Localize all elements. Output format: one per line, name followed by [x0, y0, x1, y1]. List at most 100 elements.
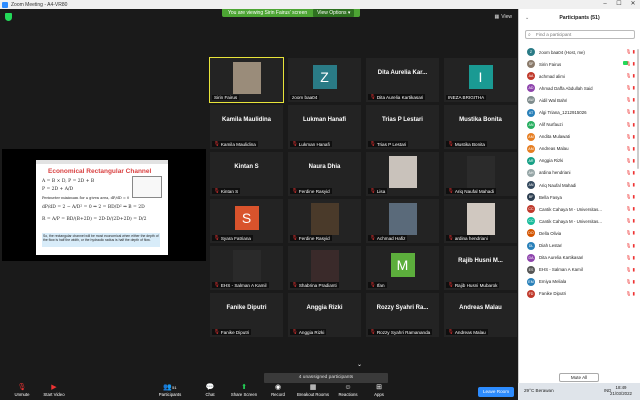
- apps-icon: ⊞: [376, 384, 382, 391]
- view-button[interactable]: ▦ View: [495, 14, 512, 20]
- tile-name: Fanike Diputri: [220, 329, 250, 335]
- shared-slide: Economical Rectangular Channel A = B × D…: [36, 160, 168, 255]
- participant-list-scrollbar[interactable]: [637, 49, 639, 169]
- video-tile[interactable]: Rajib Husni M... 🎙 Rajib Husni Mubarok: [444, 246, 517, 290]
- chevron-down-icon[interactable]: ⌄: [357, 361, 362, 368]
- channel-diagram: [132, 176, 162, 198]
- participant-row[interactable]: AH ardina hendriani 🎙▮: [519, 167, 640, 179]
- participant-row[interactable]: AN Alif Nurfauzi 🎙▮: [519, 119, 640, 131]
- tile-display-name: Trias P Lestari: [382, 117, 423, 123]
- video-tile[interactable]: Trias P Lestari 🎙 Trias P Lestari: [366, 105, 439, 149]
- mic-muted-icon: 🎙: [370, 94, 376, 99]
- participant-row[interactable]: AN Ariq Naufal Mahadi 🎙▮: [519, 179, 640, 191]
- mic-muted-icon: 🎙▮: [625, 206, 636, 212]
- participants-button[interactable]: 👥51 Participants: [150, 384, 190, 399]
- participant-row[interactable]: BF Bella Fasya 🎙▮: [519, 191, 640, 203]
- participant-video: [310, 203, 339, 235]
- video-tile[interactable]: 🎙 Lisa: [366, 152, 439, 196]
- tile-display-name: Rajib Husni M...: [458, 258, 503, 264]
- video-tile[interactable]: Dita Aurelia Kar... 🎙 Dita Aurelia Kartika…: [366, 58, 439, 102]
- video-tile[interactable]: 🎙 EHS - Salman A Kamil: [210, 246, 283, 290]
- apps-button[interactable]: ⊞ Apps: [359, 384, 399, 399]
- maximize-button[interactable]: ☐: [612, 0, 626, 9]
- participant-row[interactable]: CC Cantik Cahaya M - Universitas... 🎙▮: [519, 215, 640, 227]
- participant-row[interactable]: AR Anggia Rizki 🎙▮: [519, 155, 640, 167]
- participant-row[interactable]: AA achmad alimi 🎙▮: [519, 70, 640, 82]
- avatar: AM: [527, 144, 535, 153]
- video-tile[interactable]: Lukman Hanafi 🎙 Lukman Hanafi: [288, 105, 361, 149]
- tile-name-label: 🎙 Ifan: [368, 282, 387, 288]
- video-tile[interactable]: Mustika Bonita 🎙 Mustika Bonita: [444, 105, 517, 149]
- video-tile[interactable]: Zzoom baa04: [288, 58, 361, 102]
- tile-name: Ifan: [376, 282, 385, 288]
- unassigned-participants-bar[interactable]: 4 unassigned participants: [264, 373, 388, 383]
- participant-row[interactable]: AD Ahmad Daffa Abdullah Said 🎙▮: [519, 82, 640, 94]
- video-tile[interactable]: Naura Dhia 🎙 Ferdine Rasyid: [288, 152, 361, 196]
- security-shield-icon[interactable]: [5, 13, 12, 21]
- video-tile[interactable]: Fanike Diputri 🎙 Fanike Diputri: [210, 293, 283, 337]
- mute-all-button[interactable]: Mute All: [559, 373, 599, 382]
- minimize-button[interactable]: –: [598, 0, 612, 9]
- video-tile[interactable]: I INEZA BRIGITHA: [444, 58, 517, 102]
- video-tile[interactable]: Sirin Fairus: [209, 57, 284, 103]
- mic-muted-icon: 🎙▮: [625, 49, 636, 54]
- leave-room-button[interactable]: Leave Room: [478, 387, 514, 397]
- participant-video: [310, 250, 339, 282]
- participant-row[interactable]: AM Andreas Malau 🎙▮: [519, 143, 640, 155]
- participant-row[interactable]: DL Diah Lestari 🎙▮: [519, 240, 640, 252]
- start-video-button[interactable]: ▶ Start Video: [34, 384, 74, 399]
- participant-row[interactable]: FD Fanike Diputri 🎙▮: [519, 288, 640, 300]
- video-tile[interactable]: Kamila Maulidina 🎙 Kamila Maulidina: [210, 105, 283, 149]
- video-tile[interactable]: 🎙 ardina hendriani: [444, 199, 517, 243]
- participant-row[interactable]: SF Sirin Fairus 🎙▮: [519, 58, 640, 70]
- breakout-rooms-button[interactable]: ▦ Breakout Rooms: [293, 384, 333, 399]
- video-tile[interactable]: Andreas Malau 🎙 Andreas Malau: [444, 293, 517, 337]
- tile-name-label: Sirin Fairus: [212, 95, 240, 100]
- view-options-button[interactable]: View Options ▾: [313, 9, 355, 17]
- start-video-label: Start Video: [43, 392, 65, 397]
- mic-muted-icon: 🎙: [292, 141, 298, 146]
- video-tile[interactable]: M 🎙 Ifan: [366, 246, 439, 290]
- participant-row[interactable]: ES EHS - Salman A Kamil 🎙▮: [519, 264, 640, 276]
- participant-row[interactable]: CC Cantik Cahaya M - Universitas... 🎙▮: [519, 203, 640, 215]
- participant-row[interactable]: DO Della Olivia 🎙▮: [519, 227, 640, 239]
- tile-display-name: Mustika Bonita: [459, 117, 502, 123]
- avatar: DO: [527, 229, 535, 238]
- grid-icon: ▦: [494, 14, 500, 20]
- mic-muted-icon: 🎙▮: [625, 194, 636, 200]
- close-window-button[interactable]: ✕: [626, 0, 640, 9]
- participant-row[interactable]: Zzoom baa04 (Host, me) 🎙▮: [519, 46, 640, 58]
- participant-row[interactable]: AW Aidil Wal Bahri 🎙▮: [519, 94, 640, 106]
- participant-search[interactable]: ⌕ Find a participant: [525, 30, 635, 39]
- participant-row[interactable]: DA Dita Aurelia Kartikasari 🎙▮: [519, 252, 640, 264]
- video-tile[interactable]: Anggia Rizki 🎙 Anggia Rizki: [288, 293, 361, 337]
- system-clock[interactable]: 18:49 21/03/2022: [610, 385, 632, 396]
- mic-muted-icon: 🎙▮: [625, 254, 636, 260]
- video-tile[interactable]: 🎙 Shabrina Pradianti: [288, 246, 361, 290]
- video-tile[interactable]: 🎙 Achmad Hafiz: [366, 199, 439, 243]
- participant-name: Ariq Naufal Mahadi: [539, 182, 577, 188]
- tile-name-label: 🎙 Syara Fatriana: [212, 235, 253, 241]
- participant-row[interactable]: EM Emiya Meliala 🎙▮: [519, 276, 640, 288]
- participant-name: Sirin Fairus: [539, 61, 562, 67]
- participants-panel: ⌄ Participants (51) ⌕ Find a participant…: [518, 9, 640, 383]
- video-tile[interactable]: Kintan S 🎙 Kintan S: [210, 152, 283, 196]
- avatar: EM: [527, 277, 535, 286]
- weather-widget[interactable]: 29°C Berawan: [524, 388, 554, 393]
- tile-name-label: 🎙 Lukman Hanafi: [290, 141, 332, 147]
- participant-name: Fanike Diputri: [539, 291, 567, 297]
- video-tile[interactable]: S 🎙 Syara Fatriana: [210, 199, 283, 243]
- participant-row[interactable]: AT Algi Triana_1212915026 🎙▮: [519, 106, 640, 118]
- tile-name-label: 🎙 EHS - Salman A Kamil: [212, 282, 269, 288]
- mic-muted-icon: 🎙: [292, 329, 298, 334]
- viewing-banner-text: You are viewing Sirin Fairus' screen: [228, 10, 308, 16]
- video-tile[interactable]: Rozzy Syahri Ra... 🎙 Rozzy Syahri Ramanand…: [366, 293, 439, 337]
- video-tile[interactable]: 🎙 Ariq Naufal Mahadi: [444, 152, 517, 196]
- video-tile[interactable]: 🎙 Ferdine Rasyid: [288, 199, 361, 243]
- mic-muted-icon: 🎙: [448, 329, 454, 334]
- participant-row[interactable]: AM Andita Mulawati 🎙▮: [519, 131, 640, 143]
- windows-taskbar: 29°C Berawan IND 18:49 21/03/2022: [518, 383, 640, 400]
- breakout-rooms-label: Breakout Rooms: [296, 392, 329, 397]
- tile-name-label: 🎙 Kintan S: [212, 188, 241, 194]
- record-button[interactable]: ◉ Record: [258, 384, 298, 399]
